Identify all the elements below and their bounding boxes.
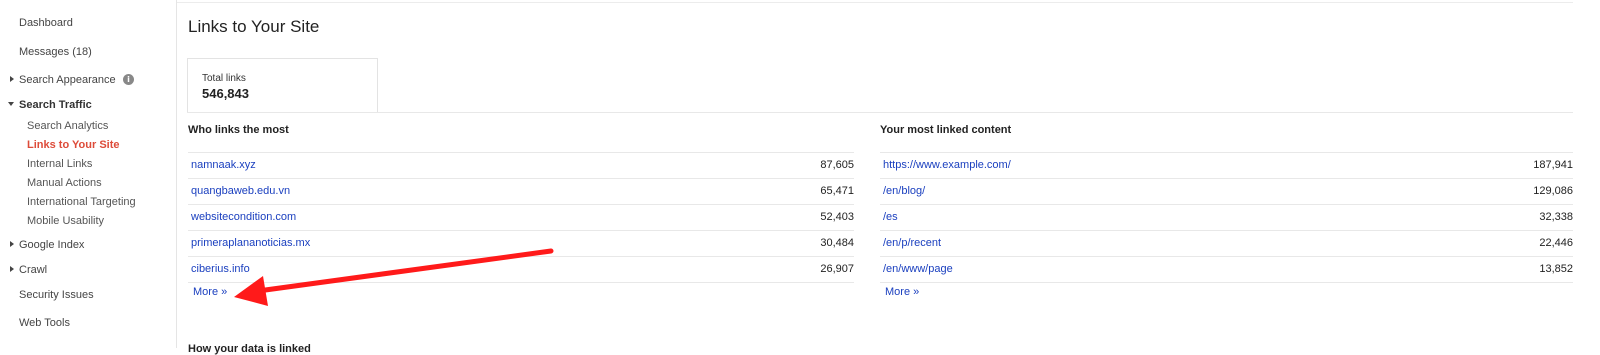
annotation-arrow-icon [234, 248, 554, 306]
arrow-shaft [255, 248, 554, 294]
arrow-head [234, 276, 268, 306]
